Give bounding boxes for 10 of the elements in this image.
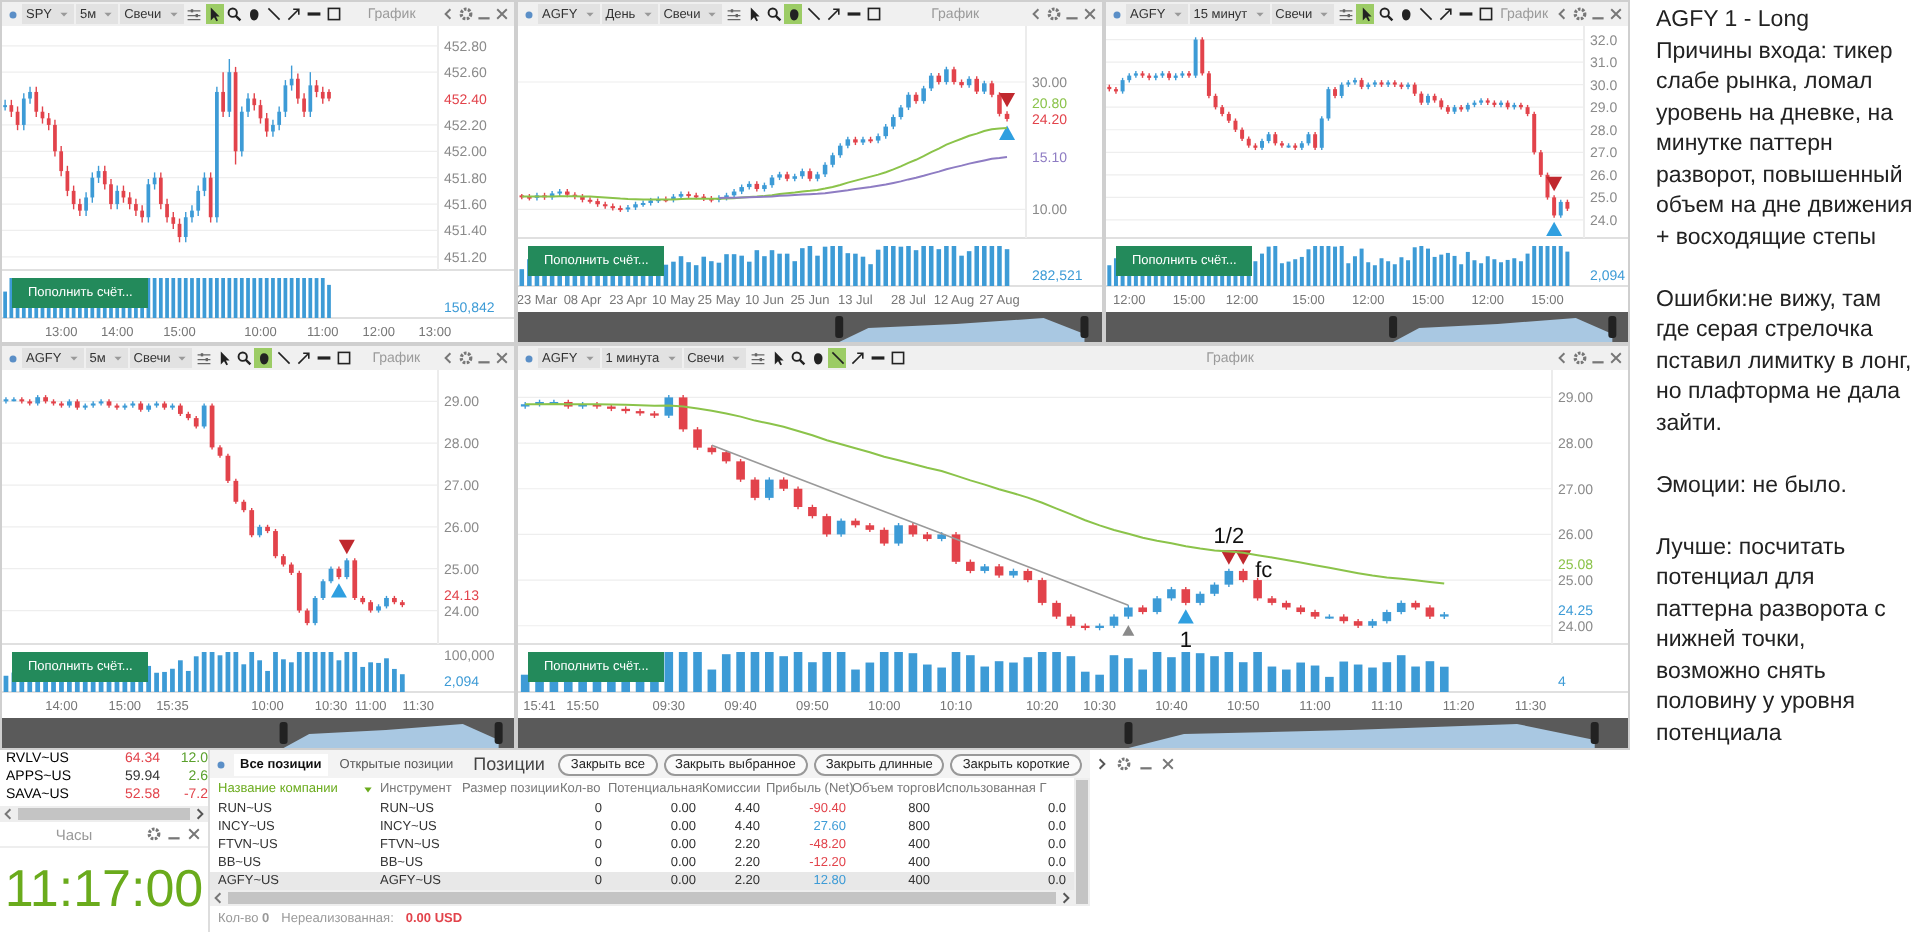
note-title: AGFY 1 - Long: [1656, 6, 1811, 36]
annotation-label: fc: [1255, 558, 1273, 583]
annotation-label: 1: [1179, 629, 1192, 654]
note-paragraph: Причины входа: тикер слабе рынка, ломал уровень на дневке, на минутке паттерн разворот, повышенный объем на дне движения + восходящие степы: [1656, 37, 1915, 253]
panel-title: Позиции: [471, 754, 547, 774]
note-paragraph: Ошибки:не вижу, там где серая стрелочка пставил лимитку в лонг, но плафторма не дала зайти.: [1656, 285, 1914, 439]
annotation-label: 1/2: [1213, 524, 1245, 549]
note-paragraph: Эмоции: не было.: [1656, 471, 1849, 501]
clock-time: 11:17:00: [2, 856, 206, 922]
note-paragraph: Лучше: посчитать потенциал для паттерна разворота с нижней точки, возможно снять половину у уровня потенциала: [1656, 533, 1888, 749]
